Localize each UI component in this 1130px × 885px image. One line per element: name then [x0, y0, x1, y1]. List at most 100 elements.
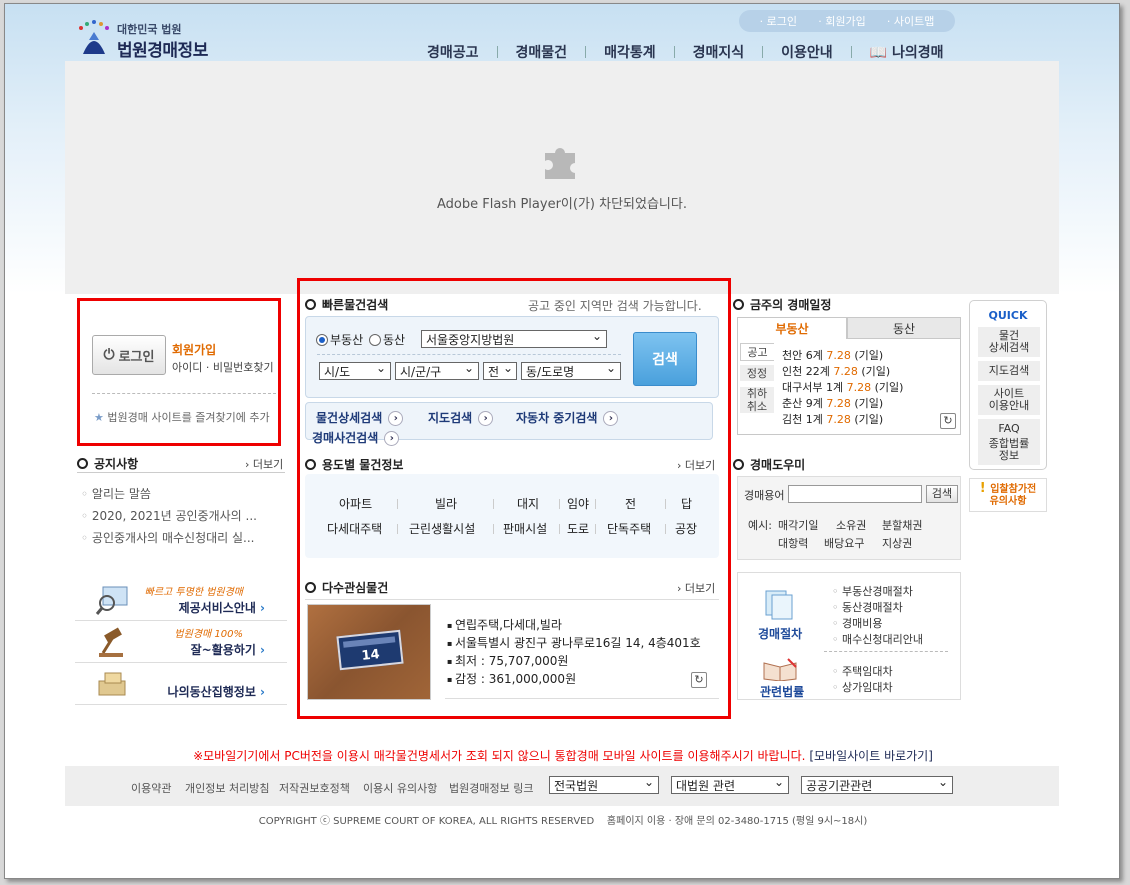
login-button[interactable]: ⏻ 로그인: [92, 335, 166, 375]
case-search-link[interactable]: 경매사건검색 ›: [312, 429, 400, 446]
util-join-link[interactable]: 회원가입: [818, 13, 865, 29]
procedure-link[interactable]: 경매비용: [832, 615, 923, 631]
usage-multiplex[interactable]: 다세대주택: [327, 520, 382, 537]
procedure-panel: 경매절차 부동산경매절차 동산경매절차 경매비용 매수신청대리안내 관련법률 주…: [737, 572, 961, 700]
quick-detail-search[interactable]: 물건 상세검색: [978, 327, 1040, 357]
footer-terms-link[interactable]: 이용약관: [131, 780, 171, 796]
bidding-caution-banner[interactable]: ! 입찰참가전 유의사항: [969, 478, 1047, 512]
add-favorite-link[interactable]: ★ 법원경매 사이트를 즐겨찾기에 추가: [94, 409, 270, 425]
map-search-link[interactable]: 지도검색 ›: [428, 409, 494, 426]
movable-execution-banner[interactable]: 나의동산집행정보: [75, 663, 287, 705]
side-tab-withdraw[interactable]: 취하 취소: [740, 387, 774, 413]
copyright: COPYRIGHT ⓒ SUPREME COURT OF KOREA, ALL …: [258, 816, 868, 827]
schedule-row[interactable]: 김천 1계 7.28 (기일): [782, 411, 883, 427]
vehicle-search-link[interactable]: 자동차 중기검색 ›: [516, 409, 619, 426]
usage-field[interactable]: 전: [625, 495, 636, 512]
usage-neighborhood[interactable]: 근린생활시설: [409, 520, 475, 537]
usage-detached[interactable]: 단독주택: [607, 520, 651, 537]
interest-address[interactable]: 서울특별시 광진구 광나루로16길 14, 4층401호: [447, 634, 701, 652]
schedule-row[interactable]: 춘산 9계 7.28 (기일): [782, 395, 883, 411]
footer-related-link[interactable]: 법원경매정보 링크: [449, 780, 533, 796]
procedure-link[interactable]: 부동산경매절차: [832, 583, 923, 599]
schedule-row[interactable]: 인천 22계 7.28 (기일): [782, 363, 890, 379]
radio-realestate[interactable]: 부동산: [316, 331, 363, 348]
nav-my-auction[interactable]: 📖 나의경매: [852, 42, 962, 62]
service-info-banner[interactable]: 빠르고 투명한 법원경매 제공서비스안내: [75, 579, 287, 621]
tab-realestate[interactable]: 부동산: [737, 317, 847, 339]
quick-search-button[interactable]: 검색: [633, 332, 697, 386]
supreme-court-select[interactable]: 대법원 관련: [671, 776, 789, 794]
usage-villa[interactable]: 빌라: [435, 495, 457, 512]
example-term[interactable]: 소유권: [836, 517, 866, 533]
quick-law-info[interactable]: 종합법률 정보: [978, 435, 1040, 465]
procedure-link[interactable]: 동산경매절차: [832, 599, 923, 615]
notice-item[interactable]: 알리는 말씀: [81, 485, 257, 507]
schedule-row[interactable]: 천안 6계 7.28 (기일): [782, 347, 883, 363]
term-search-button[interactable]: 검색: [926, 485, 958, 503]
sido-select[interactable]: 시/도: [319, 362, 391, 380]
radio-movable[interactable]: 동산: [369, 331, 405, 348]
quick-map-search[interactable]: 지도검색: [978, 361, 1040, 381]
court-select[interactable]: 서울중앙지방법원: [421, 330, 607, 348]
join-link[interactable]: 회원가입: [172, 341, 216, 358]
law-link[interactable]: 상가임대차: [832, 679, 893, 695]
example-term[interactable]: 지상권: [882, 535, 912, 551]
tab-movable[interactable]: 동산: [847, 317, 961, 339]
example-term[interactable]: 배당요구: [824, 535, 864, 551]
court-link-select[interactable]: 전국법원: [549, 776, 659, 794]
side-tab-notice[interactable]: 공고: [740, 343, 774, 361]
usage-factory[interactable]: 공장: [675, 520, 697, 537]
law-link[interactable]: 주택임대차: [832, 663, 893, 679]
nav-auction-notice[interactable]: 경매공고: [409, 42, 497, 62]
usage-land[interactable]: 대지: [517, 495, 539, 512]
interest-more-link[interactable]: 더보기: [677, 580, 715, 596]
star-icon: ★: [94, 411, 108, 424]
nav-auction-items[interactable]: 경매물건: [498, 42, 586, 62]
sigungu-select[interactable]: 시/군/구: [395, 362, 479, 380]
flash-placeholder[interactable]: Adobe Flash Player이(가) 차단되었습니다.: [65, 61, 1059, 294]
footer-privacy-link[interactable]: 개인정보 처리방침: [185, 780, 269, 796]
side-tab-correction[interactable]: 정정: [740, 365, 774, 381]
dong-select[interactable]: 동/도로명: [521, 362, 621, 380]
nav-auction-knowledge[interactable]: 경매지식: [675, 42, 763, 62]
warning-icon: !: [979, 481, 991, 496]
example-term[interactable]: 매각기일: [778, 517, 818, 533]
arrow-right-icon: ›: [603, 411, 619, 426]
refresh-icon[interactable]: ↻: [940, 413, 956, 429]
usage-retail[interactable]: 판매시설: [503, 520, 547, 537]
logo-title[interactable]: 법원경매정보: [117, 36, 208, 61]
schedule-row[interactable]: 대구서부 1계 7.28 (기일): [782, 379, 903, 395]
usage-apartment[interactable]: 아파트: [339, 495, 372, 512]
usage-tips-banner[interactable]: 법원경매 100% 잘~활용하기: [75, 621, 287, 663]
law-label[interactable]: 관련법률: [760, 683, 804, 700]
procedure-label[interactable]: 경매절차: [758, 625, 802, 642]
term-search-input[interactable]: [788, 485, 922, 503]
usage-road[interactable]: 도로: [567, 520, 589, 537]
court-logo-icon[interactable]: [73, 18, 115, 60]
usage-forest[interactable]: 임야: [567, 495, 589, 512]
refresh-icon[interactable]: ↻: [691, 672, 707, 688]
nav-sale-statistics[interactable]: 매각통계: [586, 42, 674, 62]
interest-type[interactable]: 연립주택,다세대,빌라: [447, 616, 701, 634]
procedure-link[interactable]: 매수신청대리안내: [832, 631, 923, 647]
mobile-site-link[interactable]: [모바일사이트 바로가기]: [809, 749, 933, 763]
util-login-link[interactable]: 로그인: [760, 13, 797, 29]
public-agency-select[interactable]: 공공기관관련: [801, 776, 953, 794]
usage-more-link[interactable]: 더보기: [677, 457, 715, 473]
quick-site-guide[interactable]: 사이트 이용안내: [978, 385, 1040, 415]
notice-item[interactable]: 공인중개사의 매수신청대리 실...: [81, 529, 257, 551]
util-sitemap-link[interactable]: 사이트맵: [887, 13, 934, 29]
nav-usage-guide[interactable]: 이용안내: [763, 42, 851, 62]
example-term[interactable]: 분할채권: [882, 517, 922, 533]
detail-search-link[interactable]: 물건상세검색 ›: [316, 409, 404, 426]
interest-item-photo[interactable]: 14: [307, 604, 431, 700]
notice-more-link[interactable]: 더보기: [245, 456, 283, 472]
jeon-select[interactable]: 전: [483, 362, 517, 380]
footer-caution-link[interactable]: 이용시 유의사항: [363, 780, 437, 796]
example-term[interactable]: 대항력: [778, 535, 808, 551]
usage-paddy[interactable]: 답: [681, 495, 692, 512]
notice-item[interactable]: 2020, 2021년 공인중개사의 ...: [81, 507, 257, 529]
mobile-notice: ※모바일기기에서 PC버전을 이용시 매각물건명세서가 조회 되지 않으니 통합…: [193, 749, 933, 763]
footer-copyright-link[interactable]: 저작권보호정책: [279, 780, 350, 796]
find-id-password-link[interactable]: 아이디 · 비밀번호찾기: [172, 359, 274, 375]
